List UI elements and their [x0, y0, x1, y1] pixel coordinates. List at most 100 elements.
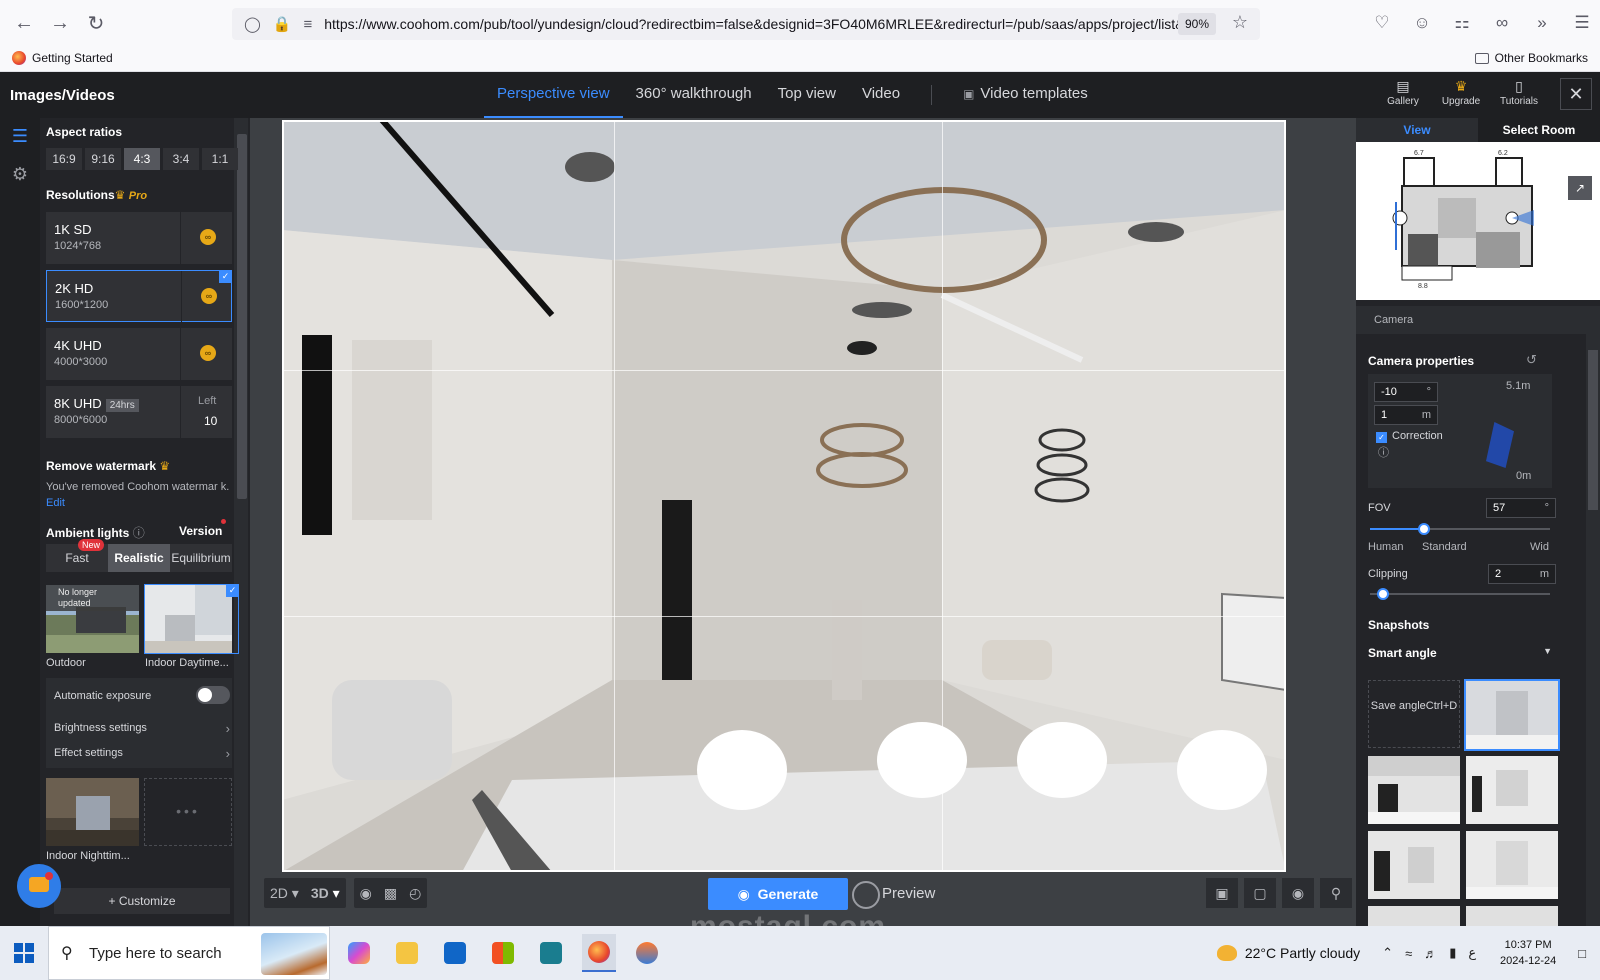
lock-icon[interactable]: 🔒 [273, 15, 292, 33]
zoom-inspect-icon[interactable]: ⚲ [1320, 878, 1352, 908]
clipping-input[interactable]: 2m [1488, 564, 1556, 584]
scrollbar-thumb[interactable] [1588, 350, 1598, 510]
cube-icon[interactable]: ▩ [384, 885, 397, 902]
extensions-icon[interactable]: ⚏ [1444, 6, 1480, 40]
tutorials-button[interactable]: ▯ Tutorials [1498, 78, 1540, 107]
snapshot-thumb[interactable] [1368, 756, 1460, 824]
ratio-16-9[interactable]: 16:9 [46, 148, 82, 170]
fit-frame-icon[interactable]: ▣ [1206, 878, 1238, 908]
expand-icon[interactable]: ↗ [1568, 176, 1592, 200]
weather-icon[interactable] [1216, 945, 1237, 961]
mode-2d-button[interactable]: 2D ▾ [270, 885, 299, 902]
ratio-4-3[interactable]: 4:3 [124, 148, 160, 170]
camera-section-header[interactable]: Camera [1356, 306, 1600, 334]
snapshot-thumb[interactable] [1466, 831, 1558, 899]
clock[interactable]: 10:37 PM 2024-12-24 [1490, 937, 1566, 969]
help-icon[interactable]: ⓘ [133, 526, 145, 540]
tab-select-room[interactable]: Select Room [1478, 118, 1600, 142]
3dsmax-icon[interactable] [534, 934, 568, 972]
tab-video[interactable]: Video [849, 72, 913, 118]
settings-sliders-icon[interactable]: ☰ [10, 126, 30, 146]
version-label[interactable]: Version [179, 524, 222, 538]
store-icon[interactable] [486, 934, 520, 972]
eye-icon[interactable]: ◉ [360, 885, 372, 902]
battery-icon[interactable]: ▮ [1449, 945, 1456, 961]
pocket-icon[interactable]: ♡ [1364, 6, 1400, 40]
fov-slider-knob[interactable] [1418, 523, 1430, 535]
clipping-slider-knob[interactable] [1376, 588, 1389, 600]
tab-top-view[interactable]: Top view [765, 72, 849, 118]
preset-indoor-nighttime[interactable] [46, 778, 139, 846]
mode-3d-button[interactable]: 3D ▾ [311, 885, 340, 902]
generate-button[interactable]: ◉ Generate [708, 878, 848, 910]
back-icon[interactable]: ← [6, 5, 42, 41]
shield-icon[interactable]: ◯ [244, 15, 261, 33]
region-render-icon[interactable]: ▢ [1244, 878, 1276, 908]
taskbar-search[interactable]: ⚲ Type here to search [48, 926, 330, 980]
help-icon[interactable]: ⓘ [1378, 444, 1389, 460]
upgrade-button[interactable]: ♛ Upgrade [1440, 78, 1482, 107]
wifi-icon[interactable]: ≈ [1405, 946, 1412, 961]
resolution-2k[interactable]: 2K HD 1600*1200 ∞ ✓ [46, 270, 232, 323]
bookmark-getting-started[interactable]: Getting Started [12, 51, 113, 65]
camera-angle-indicator[interactable] [1486, 422, 1514, 468]
file-explorer-icon[interactable] [390, 934, 424, 972]
menu-icon[interactable]: ☰ [1564, 6, 1600, 40]
add-preset-slot[interactable]: ••• [144, 778, 232, 846]
gauge-icon[interactable]: ◴ [409, 885, 421, 902]
bookmark-other[interactable]: Other Bookmarks [1474, 51, 1588, 65]
save-angle-button[interactable]: Save angleCtrl+D [1368, 680, 1460, 748]
overflow-icon[interactable]: » [1524, 6, 1560, 40]
weather-text[interactable]: 22°C Partly cloudy [1245, 945, 1360, 961]
mode-equilibrium[interactable]: Equilibrium [170, 544, 232, 572]
language-indicator[interactable]: ع [1468, 945, 1476, 961]
resolution-4k[interactable]: 4K UHD 4000*3000 ∞ [46, 328, 232, 380]
ratio-9-16[interactable]: 9:16 [85, 148, 121, 170]
render-viewport[interactable]: 2D ▾ 3D ▾ ◉ ▩ ◴ ◉ Generate Preview ▣ ▢ ◉… [250, 118, 1356, 942]
brightness-settings-row[interactable]: Brightness settings › [54, 721, 230, 736]
snapshot-thumb[interactable] [1464, 679, 1560, 751]
mode-realistic[interactable]: Realistic [108, 544, 170, 572]
url-text[interactable]: https://www.coohom.com/pub/tool/yundesig… [324, 16, 1194, 32]
focus-icon[interactable]: ◉ [1282, 878, 1314, 908]
effect-settings-row[interactable]: Effect settings › [54, 746, 230, 761]
volume-icon[interactable]: ♬ [1424, 946, 1437, 961]
snapshot-thumb[interactable] [1466, 756, 1558, 824]
reload-icon[interactable]: ↻ [78, 5, 114, 41]
url-bar[interactable]: ◯ 🔒 ≡ https://www.coohom.com/pub/tool/yu… [232, 8, 1260, 40]
pitch-input[interactable]: -10 ° [1374, 382, 1438, 402]
zoom-level[interactable]: 90% [1177, 13, 1216, 35]
snapshot-thumb[interactable] [1368, 831, 1460, 899]
account-icon[interactable]: ☺ [1404, 6, 1440, 40]
preset-indoor-daytime[interactable]: ✓ [144, 584, 239, 654]
mask-icon[interactable]: ∞ [1484, 6, 1520, 40]
copilot-app-icon[interactable] [342, 934, 376, 972]
tab-360-walkthrough[interactable]: 360° walkthrough [623, 72, 765, 118]
ratio-3-4[interactable]: 3:4 [163, 148, 199, 170]
height-input[interactable]: 1m [1374, 405, 1438, 425]
tab-view[interactable]: View [1356, 118, 1478, 142]
floor-plan-minimap[interactable]: 6.7 6.2 8.8 ↗ [1356, 142, 1600, 300]
reset-icon[interactable]: ↺ [1526, 352, 1537, 368]
app-drop-icon[interactable] [630, 934, 664, 972]
windows-start-icon[interactable] [14, 943, 34, 963]
gallery-button[interactable]: ▤ Gallery [1382, 78, 1424, 107]
resolution-1k[interactable]: 1K SD 1024*768 ∞ [46, 212, 232, 264]
firefox-taskbar-icon[interactable] [582, 934, 616, 972]
auto-exposure-toggle[interactable] [196, 686, 230, 704]
tab-video-templates[interactable]: ▣ Video templates [950, 72, 1101, 118]
ratio-1-1[interactable]: 1:1 [202, 148, 238, 170]
tab-perspective-view[interactable]: Perspective view [484, 72, 623, 118]
notifications-icon[interactable]: □ [1578, 946, 1586, 961]
fov-input[interactable]: 57 ° [1486, 498, 1556, 518]
permissions-icon[interactable]: ≡ [303, 16, 312, 33]
support-chat-button[interactable] [17, 864, 61, 908]
clipping-slider-track[interactable] [1370, 593, 1550, 595]
outlook-icon[interactable] [438, 934, 472, 972]
forward-icon[interactable]: → [42, 5, 78, 41]
resolution-8k[interactable]: 8K UHD 24hrs 8000*6000 Left 10 [46, 386, 232, 438]
chevron-up-icon[interactable]: ⌃ [1382, 945, 1393, 961]
edit-link[interactable]: Edit [46, 497, 65, 509]
preview-button[interactable]: Preview [848, 878, 948, 910]
gear-icon[interactable]: ⚙ [10, 164, 30, 184]
